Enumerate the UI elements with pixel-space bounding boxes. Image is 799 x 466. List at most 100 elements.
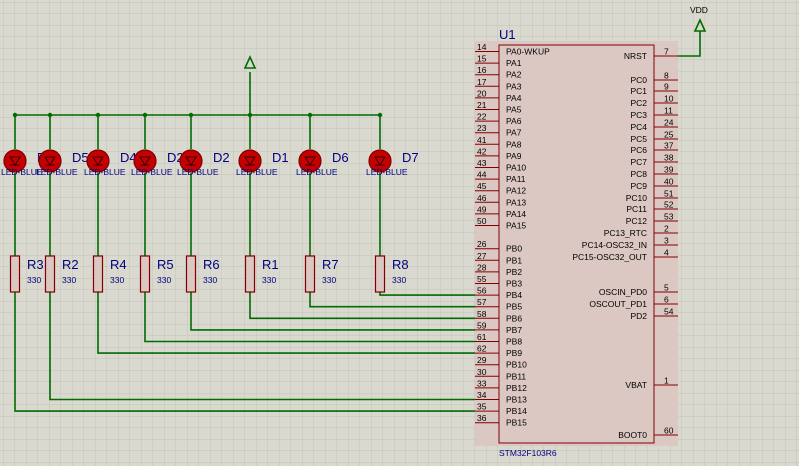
pin-number: 54 bbox=[664, 307, 674, 317]
pin-label: PB11 bbox=[506, 371, 526, 381]
led-reference: D2 bbox=[213, 150, 230, 165]
chip-reference: U1 bbox=[499, 27, 516, 42]
pin-number: 21 bbox=[477, 100, 487, 110]
vdd-label: VDD bbox=[690, 5, 708, 15]
pin-number: 43 bbox=[477, 158, 487, 168]
pin-label: PA13 bbox=[506, 197, 526, 207]
led-reference: D5 bbox=[72, 150, 89, 165]
pin-number: 9 bbox=[664, 82, 669, 92]
pin-number: 52 bbox=[664, 200, 674, 210]
pin-label: PB3 bbox=[506, 279, 522, 289]
pin-label: PC4 bbox=[630, 122, 647, 132]
pin-label: PA10 bbox=[506, 163, 526, 173]
junction-dot bbox=[47, 112, 53, 118]
pin-number: 11 bbox=[664, 106, 673, 116]
pin-number: 20 bbox=[477, 88, 487, 98]
resistor-body bbox=[304, 255, 316, 293]
led-reference: D6 bbox=[332, 150, 349, 165]
led-reference: D1 bbox=[272, 150, 289, 165]
resistor-reference: R8 bbox=[392, 257, 409, 272]
pin-label: PB2 bbox=[506, 267, 522, 277]
led-value: LED-BLUE bbox=[366, 167, 408, 177]
pin-label: PC10 bbox=[626, 193, 648, 203]
pin-number: 5 bbox=[664, 283, 669, 293]
pin-label: PA5 bbox=[506, 105, 522, 115]
pin-number: 29 bbox=[477, 355, 487, 365]
pin-number: 15 bbox=[477, 54, 487, 64]
pin-label: PB5 bbox=[506, 302, 522, 312]
pin-number: 26 bbox=[477, 239, 487, 249]
pin-label: PC12 bbox=[626, 216, 648, 226]
resistor-body bbox=[139, 255, 151, 293]
pin-label: PA2 bbox=[506, 70, 522, 80]
pin-label: PA0-WKUP bbox=[506, 47, 550, 57]
junction-dot bbox=[307, 112, 313, 118]
resistor-reference: R3 bbox=[27, 257, 44, 272]
resistor-body bbox=[185, 255, 197, 293]
pin-label: PA12 bbox=[506, 186, 526, 196]
microcontroller-u1[interactable]: U1STM32F103R614 PA0-WKUP15 PA116 PA217 PA320… bbox=[475, 27, 678, 458]
led-value: LED-BLUE bbox=[84, 167, 126, 177]
pin-number: 1 bbox=[664, 376, 669, 386]
schematic-canvas[interactable]: U1STM32F103R614 PA0-WKUP15 PA116 PA217 PA320… bbox=[0, 0, 799, 466]
resistor-reference: R7 bbox=[322, 257, 339, 272]
led-value: LED-BLUE bbox=[296, 167, 338, 177]
pin-label: PA15 bbox=[506, 221, 526, 231]
pin-number: 10 bbox=[664, 94, 674, 104]
pin-label: PA6 bbox=[506, 116, 522, 126]
pin-number: 35 bbox=[477, 402, 487, 412]
pin-label: PC14-OSC32_IN bbox=[582, 240, 647, 250]
pin-label: PA4 bbox=[506, 93, 522, 103]
pin-number: 60 bbox=[664, 426, 674, 436]
resistor-reference: R2 bbox=[62, 257, 79, 272]
pin-label: PC8 bbox=[630, 169, 647, 179]
pin-number: 61 bbox=[477, 332, 487, 342]
pin-label: PC11 bbox=[626, 204, 647, 214]
resistor-reference: R6 bbox=[203, 257, 220, 272]
pin-number: 45 bbox=[477, 181, 487, 191]
pin-label: PA3 bbox=[506, 81, 522, 91]
pin-number: 28 bbox=[477, 262, 487, 272]
pin-number: 51 bbox=[664, 189, 674, 199]
resistor-value: 330 bbox=[262, 275, 276, 285]
pin-label: PA14 bbox=[506, 209, 526, 219]
resistor-value: 330 bbox=[322, 275, 336, 285]
pin-number: 23 bbox=[477, 123, 487, 133]
pin-number: 40 bbox=[664, 177, 674, 187]
pin-label: PB6 bbox=[506, 313, 522, 323]
led-value: LED-BLUE bbox=[36, 167, 78, 177]
pin-label: PD2 bbox=[630, 311, 647, 321]
pin-number: 6 bbox=[664, 295, 669, 305]
pin-label: PB8 bbox=[506, 337, 522, 347]
pin-number: 17 bbox=[477, 77, 487, 87]
led-value: LED-BLUE bbox=[131, 167, 173, 177]
led-reference: D7 bbox=[402, 150, 419, 165]
pin-label: PB10 bbox=[506, 360, 527, 370]
pin-label: PA8 bbox=[506, 139, 522, 149]
pin-number: 3 bbox=[664, 236, 669, 246]
pin-number: 41 bbox=[477, 135, 487, 145]
pin-label: PC3 bbox=[630, 110, 647, 120]
resistor-reference: R4 bbox=[110, 257, 127, 272]
pin-number: 42 bbox=[477, 146, 487, 156]
resistor-value: 330 bbox=[203, 275, 217, 285]
pin-number: 7 bbox=[664, 47, 669, 57]
pin-label: PA7 bbox=[506, 128, 522, 138]
pin-number: 34 bbox=[477, 390, 487, 400]
pin-label: PA1 bbox=[506, 58, 522, 68]
grid-lines bbox=[0, 0, 799, 466]
led-value: LED-BLUE bbox=[177, 167, 219, 177]
junction-dot bbox=[377, 112, 383, 118]
pin-label: PC15-OSC32_OUT bbox=[572, 252, 647, 262]
pin-label: PB15 bbox=[506, 418, 527, 428]
pin-number: 50 bbox=[477, 216, 487, 226]
pin-number: 39 bbox=[664, 165, 674, 175]
pin-number: 8 bbox=[664, 71, 669, 81]
pin-number: 37 bbox=[664, 141, 674, 151]
pin-label: PC7 bbox=[630, 157, 647, 167]
pin-number: 58 bbox=[477, 309, 487, 319]
pin-label: PC5 bbox=[630, 134, 647, 144]
pin-number: 16 bbox=[477, 65, 487, 75]
junction-dot bbox=[95, 112, 101, 118]
resistor-body bbox=[9, 255, 21, 293]
